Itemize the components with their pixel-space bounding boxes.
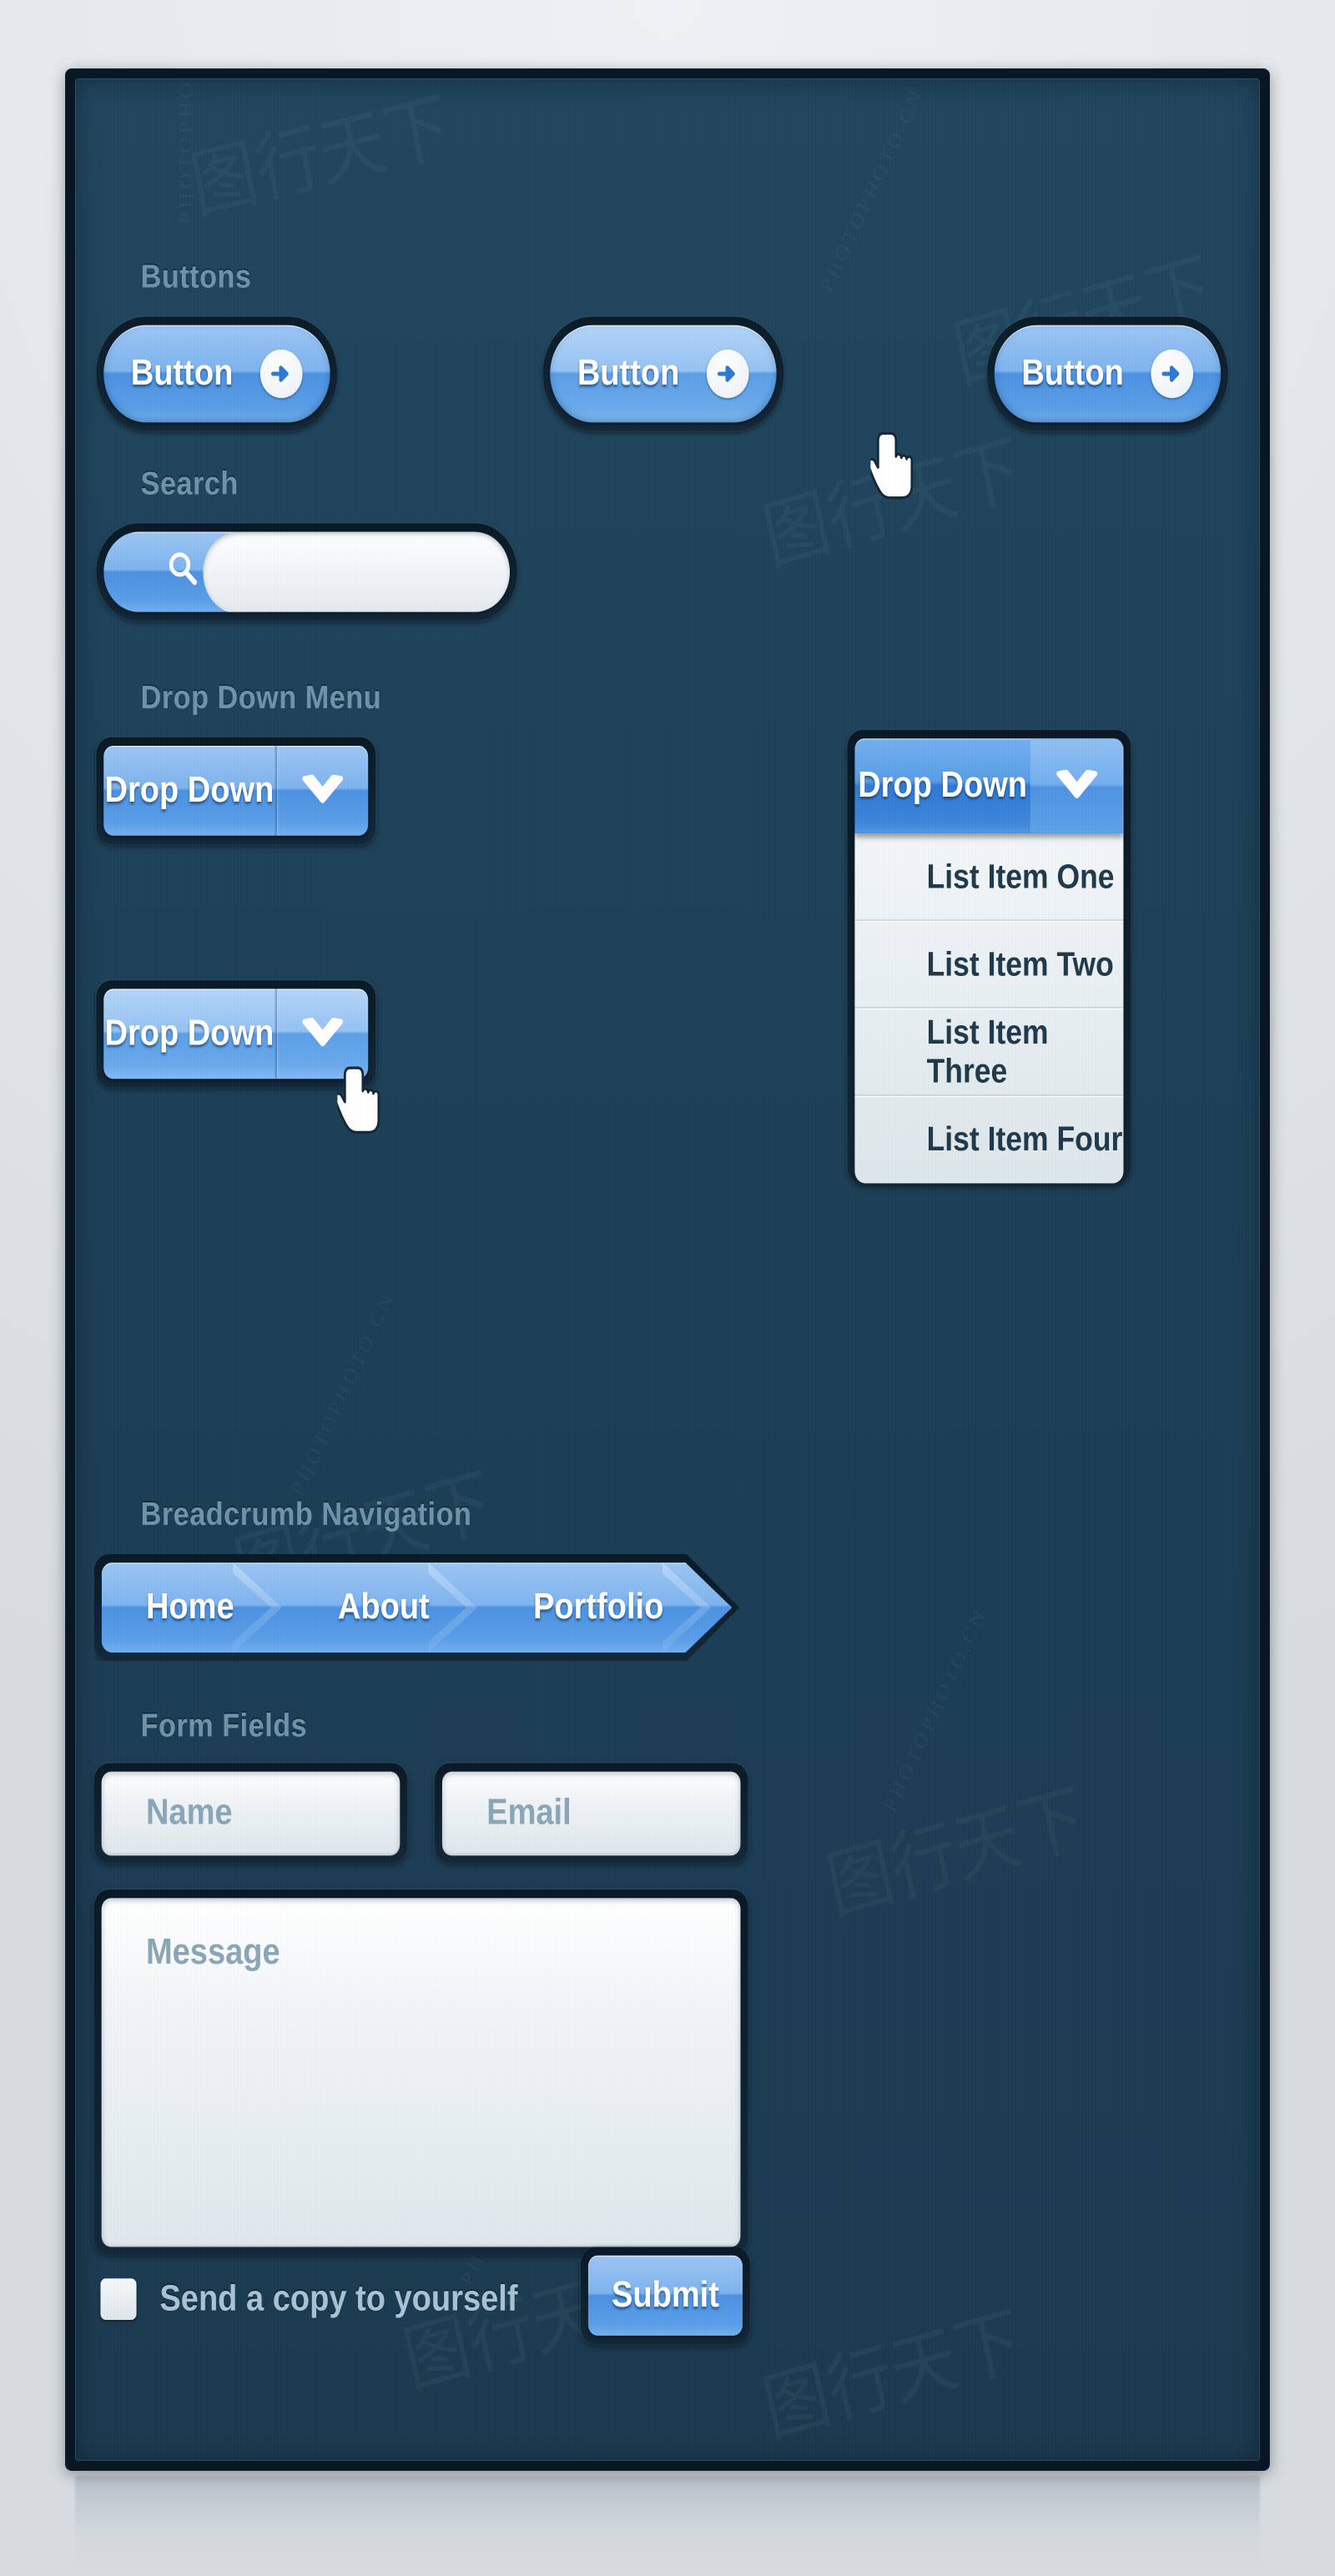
chevron-right-separator-icon bbox=[662, 1562, 711, 1653]
send-copy-checkbox-row[interactable]: Send a copy to yourself bbox=[100, 2278, 517, 2320]
dropdown-open-label: Drop Down bbox=[858, 765, 1028, 806]
dropdown-open-header[interactable]: Drop Down bbox=[854, 738, 1124, 833]
search-bar[interactable] bbox=[96, 523, 517, 621]
breadcrumb-item-label: Portfolio bbox=[532, 1587, 664, 1628]
panel-reflection bbox=[75, 2476, 1260, 2574]
dropdown-2-face[interactable]: Drop Down bbox=[103, 989, 369, 1079]
watermark-glyph: 图行天下 bbox=[756, 2298, 1029, 2453]
breadcrumb-item-home[interactable]: Home bbox=[102, 1562, 281, 1653]
name-input[interactable]: Name bbox=[101, 1771, 400, 1854]
section-label-form: Form Fields bbox=[140, 1707, 308, 1744]
send-copy-checkbox-label: Send a copy to yourself bbox=[159, 2278, 518, 2319]
search-input[interactable] bbox=[203, 531, 511, 612]
button-3[interactable]: Button bbox=[986, 316, 1228, 431]
email-input[interactable]: Email bbox=[441, 1771, 741, 1854]
section-label-breadcrumb: Breadcrumb Navigation bbox=[140, 1496, 472, 1532]
name-field-wrap[interactable]: Name bbox=[93, 1763, 408, 1864]
watermark-text: PHOTOPHOTO.CN bbox=[879, 1602, 991, 1816]
list-item[interactable]: List Item Two bbox=[854, 921, 1124, 1009]
ui-kit-panel: 图行天下 PHOTOPHOTO.CN 图行天下 PHOTOPHOTO.CN 图行… bbox=[75, 78, 1260, 2461]
search-icon bbox=[165, 548, 201, 596]
send-copy-checkbox[interactable] bbox=[100, 2278, 137, 2320]
arrow-right-circle-icon bbox=[707, 349, 750, 399]
submit-button-wrap[interactable]: Submit bbox=[581, 2246, 750, 2345]
section-label-search: Search bbox=[140, 465, 239, 502]
watermark-text: PHOTOPHOTO.CN bbox=[815, 83, 928, 297]
submit-button[interactable]: Submit bbox=[587, 2255, 743, 2336]
button-2-label: Button bbox=[577, 353, 680, 394]
button-3-label: Button bbox=[1021, 353, 1124, 394]
list-item[interactable]: List Item Three bbox=[854, 1009, 1124, 1096]
dropdown-open-list: List Item One List Item Two List Item Th… bbox=[854, 833, 1124, 1184]
dropdown-2-label: Drop Down bbox=[104, 1013, 275, 1054]
button-2[interactable]: Button bbox=[542, 316, 784, 431]
mouse-cursor-hand bbox=[867, 431, 919, 508]
breadcrumb-item-portfolio[interactable]: Portfolio bbox=[476, 1562, 711, 1653]
dropdown-2[interactable]: Drop Down bbox=[96, 980, 376, 1088]
breadcrumb-item-about[interactable]: About bbox=[280, 1562, 476, 1653]
dropdown-1[interactable]: Drop Down bbox=[96, 737, 376, 844]
arrow-right-circle-icon bbox=[1151, 349, 1194, 399]
search-bar-inner[interactable] bbox=[103, 531, 511, 612]
page-root: 图行天下 PHOTOPHOTO.CN 图行天下 PHOTOPHOTO.CN 图行… bbox=[0, 0, 1335, 2576]
email-field-wrap[interactable]: Email bbox=[435, 1763, 748, 1864]
watermark-text: PHOTOPHOTO.CN bbox=[286, 1286, 399, 1500]
chevron-right-separator-icon bbox=[428, 1562, 476, 1653]
breadcrumb-inner: Home About Portfolio Contact bbox=[102, 1562, 733, 1653]
button-1-face[interactable]: Button bbox=[103, 325, 330, 423]
button-1[interactable]: Button bbox=[96, 316, 338, 431]
chevron-down-icon[interactable] bbox=[275, 989, 369, 1079]
chevron-down-icon[interactable] bbox=[1030, 738, 1124, 833]
watermark-text: PHOTOPHOTO.CN bbox=[175, 78, 197, 224]
section-label-buttons: Buttons bbox=[140, 258, 252, 295]
watermark-glyph: 图行天下 bbox=[756, 426, 1029, 581]
section-label-dropdown: Drop Down Menu bbox=[140, 678, 382, 716]
chevron-right-separator-icon bbox=[233, 1562, 281, 1653]
dropdown-1-face[interactable]: Drop Down bbox=[103, 745, 369, 836]
list-item[interactable]: List Item Four bbox=[854, 1096, 1123, 1184]
button-1-label: Button bbox=[130, 353, 234, 394]
breadcrumb-item-label: About bbox=[337, 1587, 430, 1628]
message-field-wrap[interactable]: Message bbox=[93, 1889, 748, 2255]
watermark-glyph: 图行天下 bbox=[184, 84, 457, 229]
breadcrumb-item-label: Home bbox=[145, 1587, 234, 1628]
dropdown-open[interactable]: Drop Down List Item One List Item Two Li… bbox=[847, 730, 1131, 1184]
message-input[interactable]: Message bbox=[101, 1898, 741, 2246]
button-2-face[interactable]: Button bbox=[550, 325, 777, 423]
button-3-face[interactable]: Button bbox=[994, 325, 1222, 423]
breadcrumb-item-contact[interactable]: Contact bbox=[710, 1562, 732, 1653]
arrow-right-circle-icon bbox=[260, 349, 303, 399]
dropdown-1-label: Drop Down bbox=[104, 770, 275, 811]
watermark-glyph: 图行天下 bbox=[819, 1775, 1092, 1930]
chevron-down-icon[interactable] bbox=[275, 745, 369, 836]
list-item[interactable]: List Item One bbox=[854, 833, 1124, 921]
ui-kit-frame: 图行天下 PHOTOPHOTO.CN 图行天下 PHOTOPHOTO.CN 图行… bbox=[65, 68, 1270, 2471]
breadcrumb: Home About Portfolio Contact bbox=[94, 1554, 739, 1661]
panel-scale-layer: 图行天下 PHOTOPHOTO.CN 图行天下 PHOTOPHOTO.CN 图行… bbox=[75, 78, 1260, 2461]
